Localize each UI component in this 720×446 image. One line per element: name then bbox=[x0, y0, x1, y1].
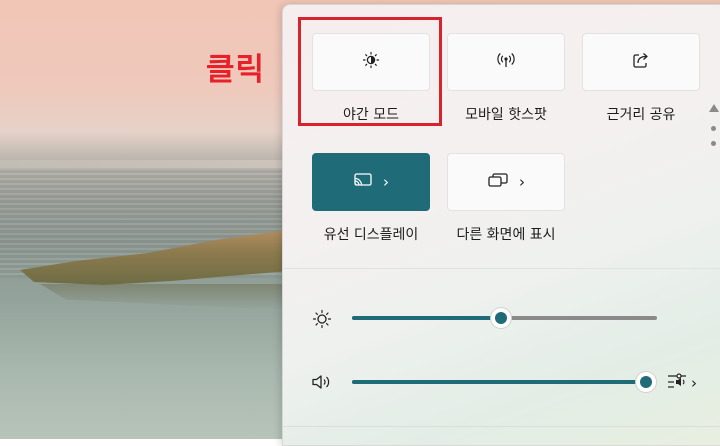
highlight-box bbox=[298, 17, 442, 126]
audio-mixer-button[interactable]: › bbox=[666, 372, 697, 394]
scroll-up-icon[interactable] bbox=[709, 104, 719, 112]
volume-slider-fill bbox=[352, 380, 646, 384]
chevron-right-icon: › bbox=[383, 172, 389, 191]
volume-slider[interactable] bbox=[352, 380, 646, 384]
project-icon bbox=[487, 172, 509, 192]
nearby-share-icon bbox=[632, 51, 650, 73]
mobile-hotspot-label: 모바일 핫스팟 bbox=[465, 107, 547, 123]
chevron-right-icon: › bbox=[691, 374, 697, 392]
click-annotation: 클릭 bbox=[206, 52, 266, 88]
nearby-share-tile[interactable] bbox=[582, 33, 700, 91]
project-tile[interactable]: › bbox=[447, 153, 565, 211]
cast-icon bbox=[353, 172, 373, 192]
wallpaper-horizon bbox=[0, 160, 290, 168]
project-label: 다른 화면에 표시 bbox=[456, 227, 556, 243]
volume-slider-thumb[interactable] bbox=[636, 372, 656, 392]
footer-divider bbox=[282, 426, 720, 427]
mobile-hotspot-tile[interactable] bbox=[447, 33, 565, 91]
brightness-icon bbox=[312, 309, 332, 333]
wired-display-label: 유선 디스플레이 bbox=[323, 227, 419, 243]
page-dot[interactable] bbox=[711, 126, 716, 131]
brightness-slider-fill bbox=[352, 316, 502, 320]
page-dot[interactable] bbox=[711, 141, 716, 146]
audio-mixer-icon bbox=[666, 371, 690, 395]
speaker-icon[interactable] bbox=[311, 373, 333, 395]
nearby-share-label: 근거리 공유 bbox=[606, 107, 676, 123]
section-divider bbox=[282, 268, 720, 269]
wired-display-tile[interactable]: › bbox=[312, 153, 430, 211]
mobile-hotspot-icon bbox=[496, 51, 516, 73]
chevron-right-icon: › bbox=[519, 172, 525, 191]
